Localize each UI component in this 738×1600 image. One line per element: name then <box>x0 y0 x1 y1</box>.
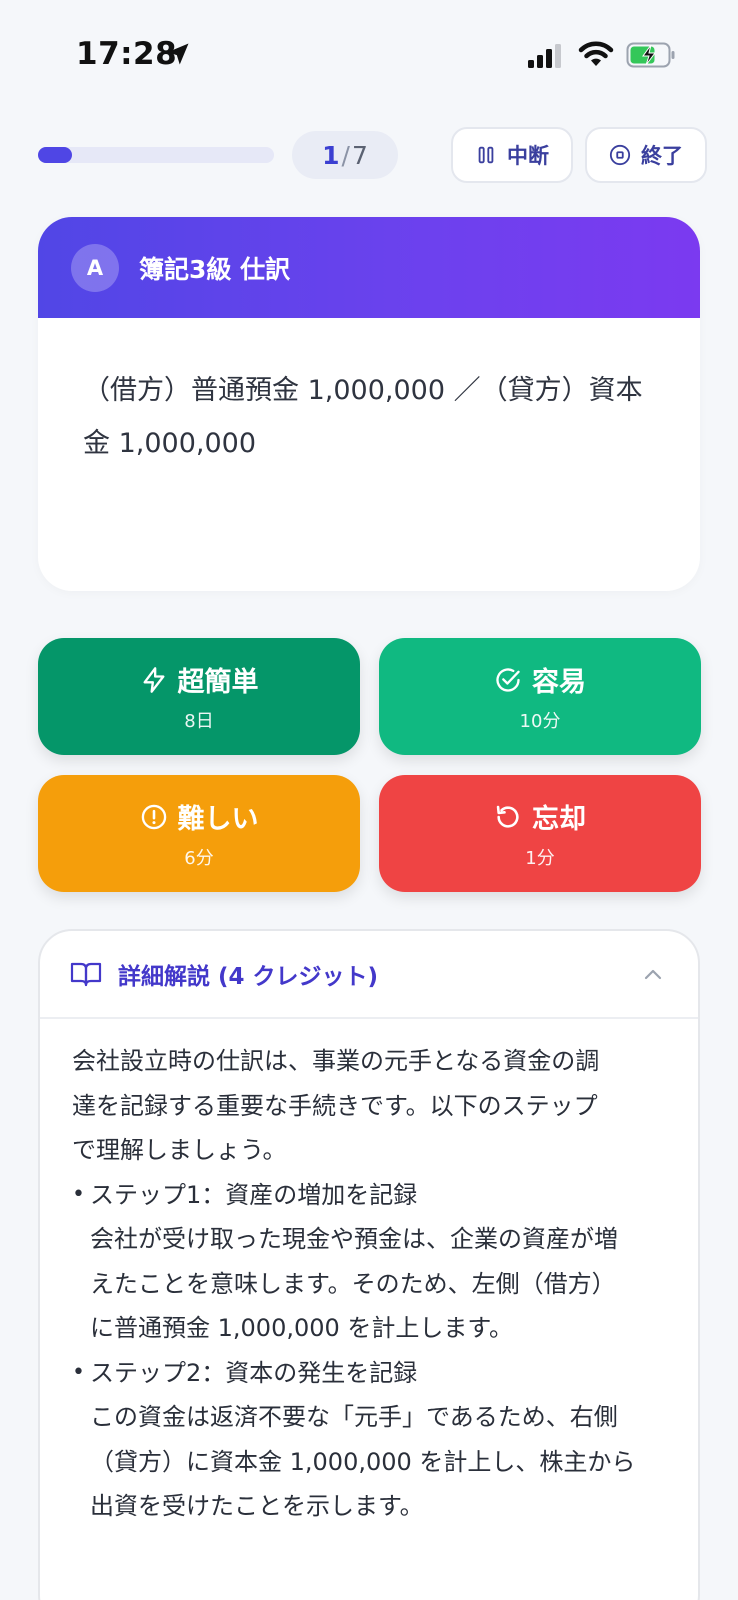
question-line: 金 1,000,000 <box>83 428 256 459</box>
answer-forgot-button[interactable]: 忘却 1分 <box>379 775 701 892</box>
explanation-line: 達を記録する重要な手続きです。以下のステップ <box>72 1091 598 1120</box>
explanation-line: この資金は返済不要な「元手」であるため、右側 <box>90 1403 618 1431</box>
battery-charging-icon <box>626 42 675 68</box>
book-open-icon <box>70 962 102 987</box>
explanation-line: えたことを意味します。そのため、左側（借方） <box>90 1269 616 1298</box>
answer-hard-button[interactable]: 難しい 6分 <box>38 775 360 892</box>
explanation-title: 詳細解説 (4 クレジット) <box>118 964 379 990</box>
counter-current: 1 <box>322 140 340 170</box>
step-item: • ステップ1：資産の増加を記録 <box>72 1173 668 1218</box>
end-button-label: 終了 <box>641 144 683 168</box>
card-title: 簿記3級 仕訳 <box>139 254 291 284</box>
location-arrow-icon <box>167 43 189 65</box>
alert-circle-icon <box>141 804 166 829</box>
pause-icon <box>478 146 494 164</box>
pause-button[interactable]: 中断 <box>451 127 573 183</box>
check-circle-icon <box>496 667 520 692</box>
answer-interval: 10分 <box>519 711 561 732</box>
card-question: （借方）普通預金 1,000,000 ／（貸方）資本 金 1,000,000 <box>38 318 700 470</box>
explanation-body: 会社設立時の仕訳は、事業の元手となる資金の調 達を記録する重要な手続きです。以下… <box>40 1019 698 1529</box>
explanation-line: に普通預金 1,000,000 を計上します。 <box>90 1314 514 1342</box>
stop-circle-icon <box>609 144 631 166</box>
status-time: 17:28 <box>76 36 178 72</box>
counter-separator: / <box>341 140 350 170</box>
answer-interval: 8日 <box>184 711 214 732</box>
answer-easy-button[interactable]: 容易 10分 <box>379 638 701 755</box>
explanation-line: （貸方）に資本金 1,000,000 を計上し、株主から <box>90 1447 636 1476</box>
end-button[interactable]: 終了 <box>585 127 707 183</box>
explanation-line: 会社設立時の仕訳は、事業の元手となる資金の調 <box>72 1047 600 1075</box>
answer-very-easy-button[interactable]: 超簡単 8日 <box>38 638 360 755</box>
bullet-icon: • <box>72 1181 85 1207</box>
answer-label: 忘却 <box>532 804 586 835</box>
flashcard: A 簿記3級 仕訳 （借方）普通預金 1,000,000 ／（貸方）資本 金 1… <box>38 217 700 591</box>
card-avatar: A <box>71 243 119 292</box>
question-line: （借方）普通預金 1,000,000 ／（貸方）資本 <box>83 375 643 406</box>
card-header: A 簿記3級 仕訳 <box>38 217 700 318</box>
answer-label: 難しい <box>177 804 259 835</box>
chevron-up-icon[interactable] <box>642 964 664 986</box>
wifi-icon <box>578 41 614 66</box>
rotate-ccw-icon <box>496 805 519 828</box>
cellular-signal-icon <box>528 44 561 68</box>
step-item: • ステップ2：資本の発生を記録 <box>72 1351 668 1396</box>
answer-label: 容易 <box>532 667 586 698</box>
status-bar: 17:28 <box>0 0 738 100</box>
explanation-line: 出資を受けたことを示します。 <box>90 1492 424 1520</box>
counter-total: 7 <box>351 140 368 170</box>
explanation-line: で理解しましょう。 <box>72 1136 287 1164</box>
progress-bar-fill <box>38 147 72 163</box>
explanation-toggle[interactable]: 詳細解説 (4 クレジット) <box>40 931 698 1019</box>
step-title: ステップ2：資本の発生を記録 <box>90 1358 418 1387</box>
pause-button-label: 中断 <box>507 144 549 168</box>
progress-bar <box>38 147 274 163</box>
step-title: ステップ1：資産の増加を記録 <box>90 1180 418 1209</box>
explanation-panel: 詳細解説 (4 クレジット) 会社設立時の仕訳は、事業の元手となる資金の調 達を… <box>38 929 700 1600</box>
bolt-icon <box>143 666 164 693</box>
answer-label: 超簡単 <box>177 667 259 698</box>
question-counter: 1 / 7 <box>292 131 398 179</box>
bullet-icon: • <box>72 1359 85 1385</box>
answer-interval: 1分 <box>525 848 555 869</box>
explanation-line: 会社が受け取った現金や預金は、企業の資産が増 <box>90 1225 618 1253</box>
answer-interval: 6分 <box>184 848 214 869</box>
